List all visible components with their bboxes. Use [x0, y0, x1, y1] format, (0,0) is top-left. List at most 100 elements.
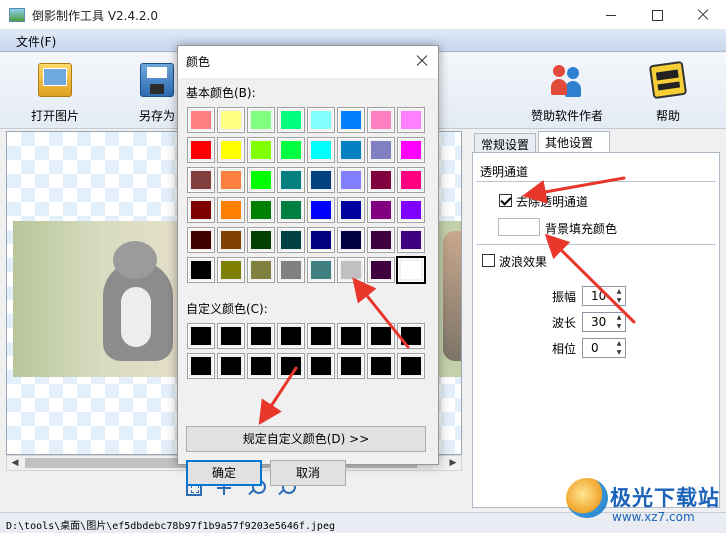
basic-color-swatch[interactable]: [187, 137, 215, 163]
basic-color-swatch[interactable]: [247, 107, 275, 133]
ok-button[interactable]: 确定: [186, 460, 262, 486]
basic-color-swatch[interactable]: [367, 137, 395, 163]
sponsor-button[interactable]: 赞助软件作者: [526, 63, 608, 125]
basic-color-swatch[interactable]: [187, 227, 215, 253]
bg-fill-color-swatch[interactable]: [498, 218, 540, 236]
custom-color-swatch[interactable]: [397, 353, 425, 379]
watermark-logo-icon: [566, 478, 608, 518]
tab-other-settings[interactable]: 其他设置: [538, 131, 610, 152]
spin-down-icon[interactable]: ▼: [613, 322, 625, 331]
basic-color-swatch[interactable]: [247, 227, 275, 253]
custom-color-swatch[interactable]: [337, 323, 365, 349]
wavelength-stepper[interactable]: 30 ▲ ▼: [582, 312, 626, 332]
basic-color-swatch[interactable]: [397, 137, 425, 163]
scroll-left-icon[interactable]: ◀: [7, 456, 23, 470]
basic-color-swatch[interactable]: [307, 107, 335, 133]
custom-color-swatch[interactable]: [367, 353, 395, 379]
basic-color-swatch[interactable]: [397, 167, 425, 193]
custom-color-swatch[interactable]: [187, 353, 215, 379]
basic-color-swatch[interactable]: [307, 197, 335, 223]
basic-color-swatch[interactable]: [337, 137, 365, 163]
help-button[interactable]: 帮助: [646, 60, 690, 125]
basic-color-swatch[interactable]: [277, 197, 305, 223]
custom-color-swatch[interactable]: [217, 353, 245, 379]
basic-color-swatch-fill: [401, 171, 421, 189]
basic-color-swatch[interactable]: [277, 257, 305, 283]
basic-color-swatch[interactable]: [367, 257, 395, 283]
custom-color-swatch[interactable]: [247, 353, 275, 379]
basic-color-swatch[interactable]: [277, 137, 305, 163]
save-as-button[interactable]: 另存为: [130, 63, 184, 125]
maximize-button[interactable]: [634, 0, 680, 30]
spin-up-icon[interactable]: ▲: [613, 287, 625, 296]
custom-color-swatch[interactable]: [337, 353, 365, 379]
basic-color-swatch[interactable]: [367, 107, 395, 133]
basic-color-swatch[interactable]: [217, 167, 245, 193]
basic-color-swatch[interactable]: [217, 257, 245, 283]
wave-effect-checkbox[interactable]: [482, 254, 495, 267]
custom-color-swatch[interactable]: [277, 323, 305, 349]
basic-color-swatch[interactable]: [337, 167, 365, 193]
close-button[interactable]: [680, 0, 726, 30]
cancel-button[interactable]: 取消: [270, 460, 346, 486]
custom-color-swatch[interactable]: [307, 353, 335, 379]
basic-color-swatch[interactable]: [397, 197, 425, 223]
basic-color-swatch[interactable]: [307, 257, 335, 283]
basic-color-swatch[interactable]: [247, 197, 275, 223]
dialog-close-icon[interactable]: [414, 53, 430, 69]
basic-color-swatch[interactable]: [247, 137, 275, 163]
basic-color-swatch[interactable]: [217, 227, 245, 253]
basic-color-swatch[interactable]: [187, 197, 215, 223]
basic-color-swatch[interactable]: [367, 167, 395, 193]
basic-color-swatch[interactable]: [247, 257, 275, 283]
amplitude-stepper[interactable]: 10 ▲ ▼: [582, 286, 626, 306]
basic-color-swatch[interactable]: [337, 107, 365, 133]
basic-color-swatch[interactable]: [307, 137, 335, 163]
basic-color-swatch[interactable]: [217, 107, 245, 133]
divider: [476, 244, 716, 245]
custom-color-swatch[interactable]: [217, 323, 245, 349]
basic-color-swatch-fill: [311, 171, 331, 189]
basic-color-swatch[interactable]: [307, 227, 335, 253]
basic-color-swatch[interactable]: [247, 167, 275, 193]
define-custom-colors-button[interactable]: 规定自定义颜色(D) >>: [186, 426, 426, 452]
basic-color-swatch[interactable]: [277, 107, 305, 133]
tab-general-settings[interactable]: 常规设置: [474, 133, 536, 152]
scroll-right-icon[interactable]: ▶: [445, 456, 461, 470]
basic-color-swatch[interactable]: [187, 167, 215, 193]
spin-down-icon[interactable]: ▼: [613, 348, 625, 357]
custom-color-swatch[interactable]: [247, 323, 275, 349]
spin-up-icon[interactable]: ▲: [613, 339, 625, 348]
basic-color-swatch[interactable]: [397, 227, 425, 253]
menu-file[interactable]: 文件(F): [16, 33, 56, 50]
basic-color-grid: [187, 107, 426, 284]
basic-color-swatch[interactable]: [217, 197, 245, 223]
custom-color-swatch[interactable]: [397, 323, 425, 349]
basic-color-swatch[interactable]: [337, 197, 365, 223]
basic-color-swatch[interactable]: [217, 137, 245, 163]
spin-down-icon[interactable]: ▼: [613, 296, 625, 305]
minimize-button[interactable]: [588, 0, 634, 30]
basic-color-swatch[interactable]: [367, 227, 395, 253]
spin-up-icon[interactable]: ▲: [613, 313, 625, 322]
basic-color-swatch-fill: [251, 111, 271, 129]
phase-stepper[interactable]: 0 ▲ ▼: [582, 338, 626, 358]
basic-color-swatch[interactable]: [396, 256, 426, 284]
custom-color-swatch[interactable]: [277, 353, 305, 379]
remove-alpha-checkbox[interactable]: [499, 194, 512, 207]
basic-color-swatch[interactable]: [337, 257, 365, 283]
basic-color-swatch-fill: [191, 141, 211, 159]
basic-color-swatch[interactable]: [307, 167, 335, 193]
basic-color-swatch[interactable]: [337, 227, 365, 253]
basic-color-swatch[interactable]: [277, 167, 305, 193]
open-image-button[interactable]: 打开图片: [24, 63, 86, 125]
basic-color-swatch[interactable]: [187, 257, 215, 283]
custom-color-swatch[interactable]: [187, 323, 215, 349]
custom-color-swatch[interactable]: [367, 323, 395, 349]
basic-color-swatch[interactable]: [397, 107, 425, 133]
basic-color-swatch[interactable]: [367, 197, 395, 223]
basic-color-swatch[interactable]: [277, 227, 305, 253]
custom-color-swatch[interactable]: [307, 323, 335, 349]
basic-color-swatch-fill: [401, 141, 421, 159]
basic-color-swatch[interactable]: [187, 107, 215, 133]
